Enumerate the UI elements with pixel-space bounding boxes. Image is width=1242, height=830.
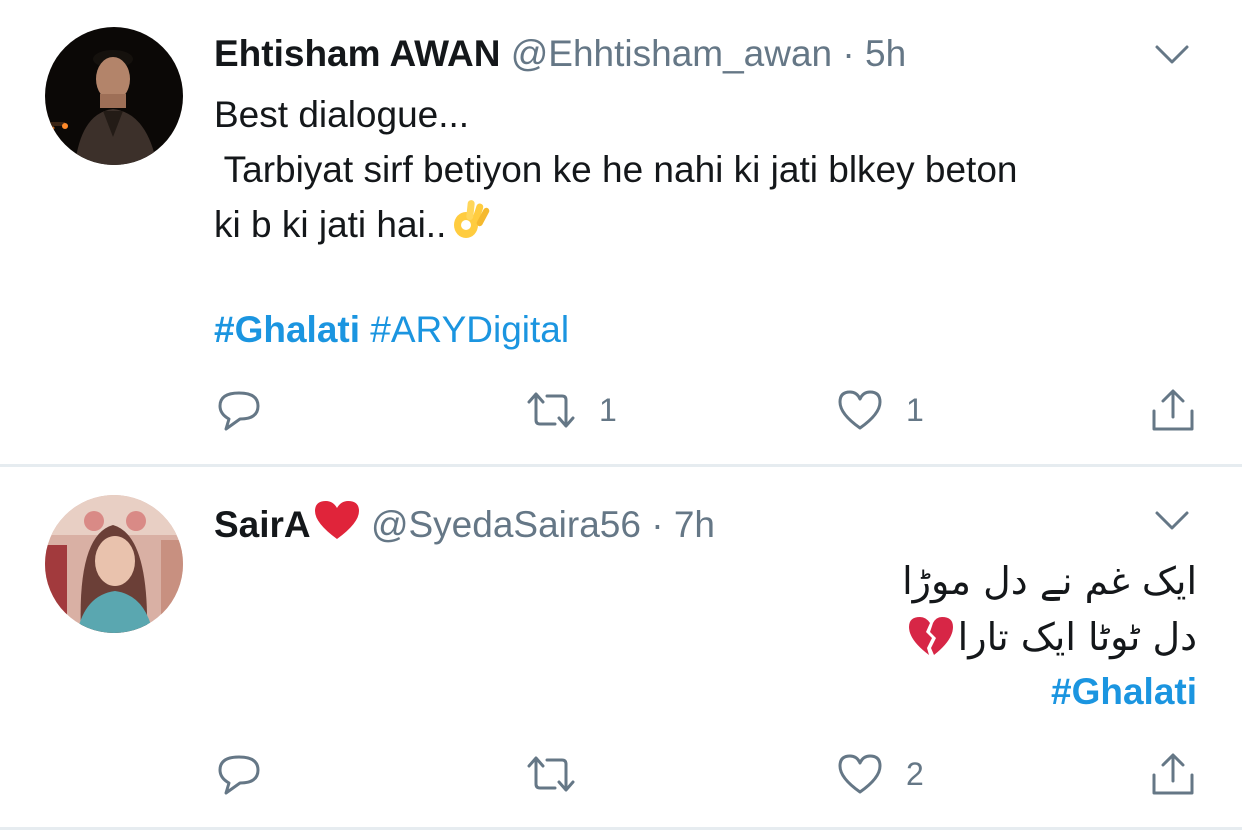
tweet-text-line: Best dialogue... xyxy=(214,94,470,135)
share-button[interactable] xyxy=(1150,744,1196,804)
like-button[interactable]: 2 xyxy=(836,744,924,804)
separator-dot: · xyxy=(651,504,664,545)
tweet-header: SairA @SyedaSaira56 · 7h xyxy=(214,499,1182,547)
like-count: 2 xyxy=(906,755,924,792)
tweet[interactable]: SairA @SyedaSaira56 · 7h ایک غم نے دل مو… xyxy=(0,467,1242,830)
tweet-text: Best dialogue... Tarbiyat sirf betiyon k… xyxy=(214,87,1182,252)
retweet-count: 1 xyxy=(599,391,617,428)
broken-heart-emoji xyxy=(908,617,953,655)
retweet-icon xyxy=(527,392,575,428)
tweet-text-line: ایک غم نے دل موڑا xyxy=(902,559,1197,603)
display-name[interactable]: SairA xyxy=(214,504,311,545)
share-icon xyxy=(1152,753,1194,795)
hashtag-link[interactable]: #ARYDigital xyxy=(370,309,569,350)
avatar[interactable] xyxy=(45,27,183,165)
retweet-button[interactable] xyxy=(525,744,599,804)
tweet-text: ایک غم نے دل موڑا دل ٹوٹا ایک تارا xyxy=(902,553,1197,665)
separator-dot: · xyxy=(842,33,855,74)
red-heart-emoji xyxy=(314,501,359,539)
share-button[interactable] xyxy=(1150,380,1196,440)
tweet-text-line: ki b ki jati hai.. xyxy=(214,204,447,245)
heart-icon xyxy=(838,390,882,430)
heart-icon xyxy=(838,754,882,794)
timestamp[interactable]: 5h xyxy=(865,33,906,74)
tweet-actions: 1 1 xyxy=(0,380,1242,440)
tweet-header: Ehtisham AWAN @Ehhtisham_awan · 5h xyxy=(214,32,1182,76)
reply-icon xyxy=(218,391,260,431)
tweet-text-line: دل ٹوٹا ایک تارا xyxy=(957,615,1197,659)
avatar[interactable] xyxy=(45,495,183,633)
tweet[interactable]: Ehtisham AWAN @Ehhtisham_awan · 5h Best … xyxy=(0,0,1242,467)
hashtag-link[interactable]: #Ghalati xyxy=(1051,667,1197,717)
display-name[interactable]: Ehtisham AWAN xyxy=(214,33,500,74)
user-handle[interactable]: @Ehhtisham_awan xyxy=(511,33,832,74)
tweet-text-line: Tarbiyat sirf betiyon ke he nahi ki jati… xyxy=(214,149,1018,190)
reply-button[interactable] xyxy=(216,380,262,440)
like-count: 1 xyxy=(906,391,924,428)
user-handle[interactable]: @SyedaSaira56 xyxy=(371,504,641,545)
reply-icon xyxy=(218,755,260,795)
chevron-down-icon[interactable] xyxy=(1154,44,1190,66)
timestamp[interactable]: 7h xyxy=(674,504,715,545)
chevron-down-icon[interactable] xyxy=(1154,510,1190,532)
tweet-actions: 2 xyxy=(0,744,1242,804)
like-button[interactable]: 1 xyxy=(836,380,924,440)
retweet-button[interactable]: 1 xyxy=(525,380,617,440)
share-icon xyxy=(1152,389,1194,431)
hashtag-link[interactable]: #Ghalati xyxy=(214,309,360,350)
hashtag-list: #Ghalati #ARYDigital xyxy=(214,305,569,355)
reply-button[interactable] xyxy=(216,744,262,804)
retweet-icon xyxy=(527,756,575,792)
ok-hand-emoji xyxy=(454,200,490,238)
